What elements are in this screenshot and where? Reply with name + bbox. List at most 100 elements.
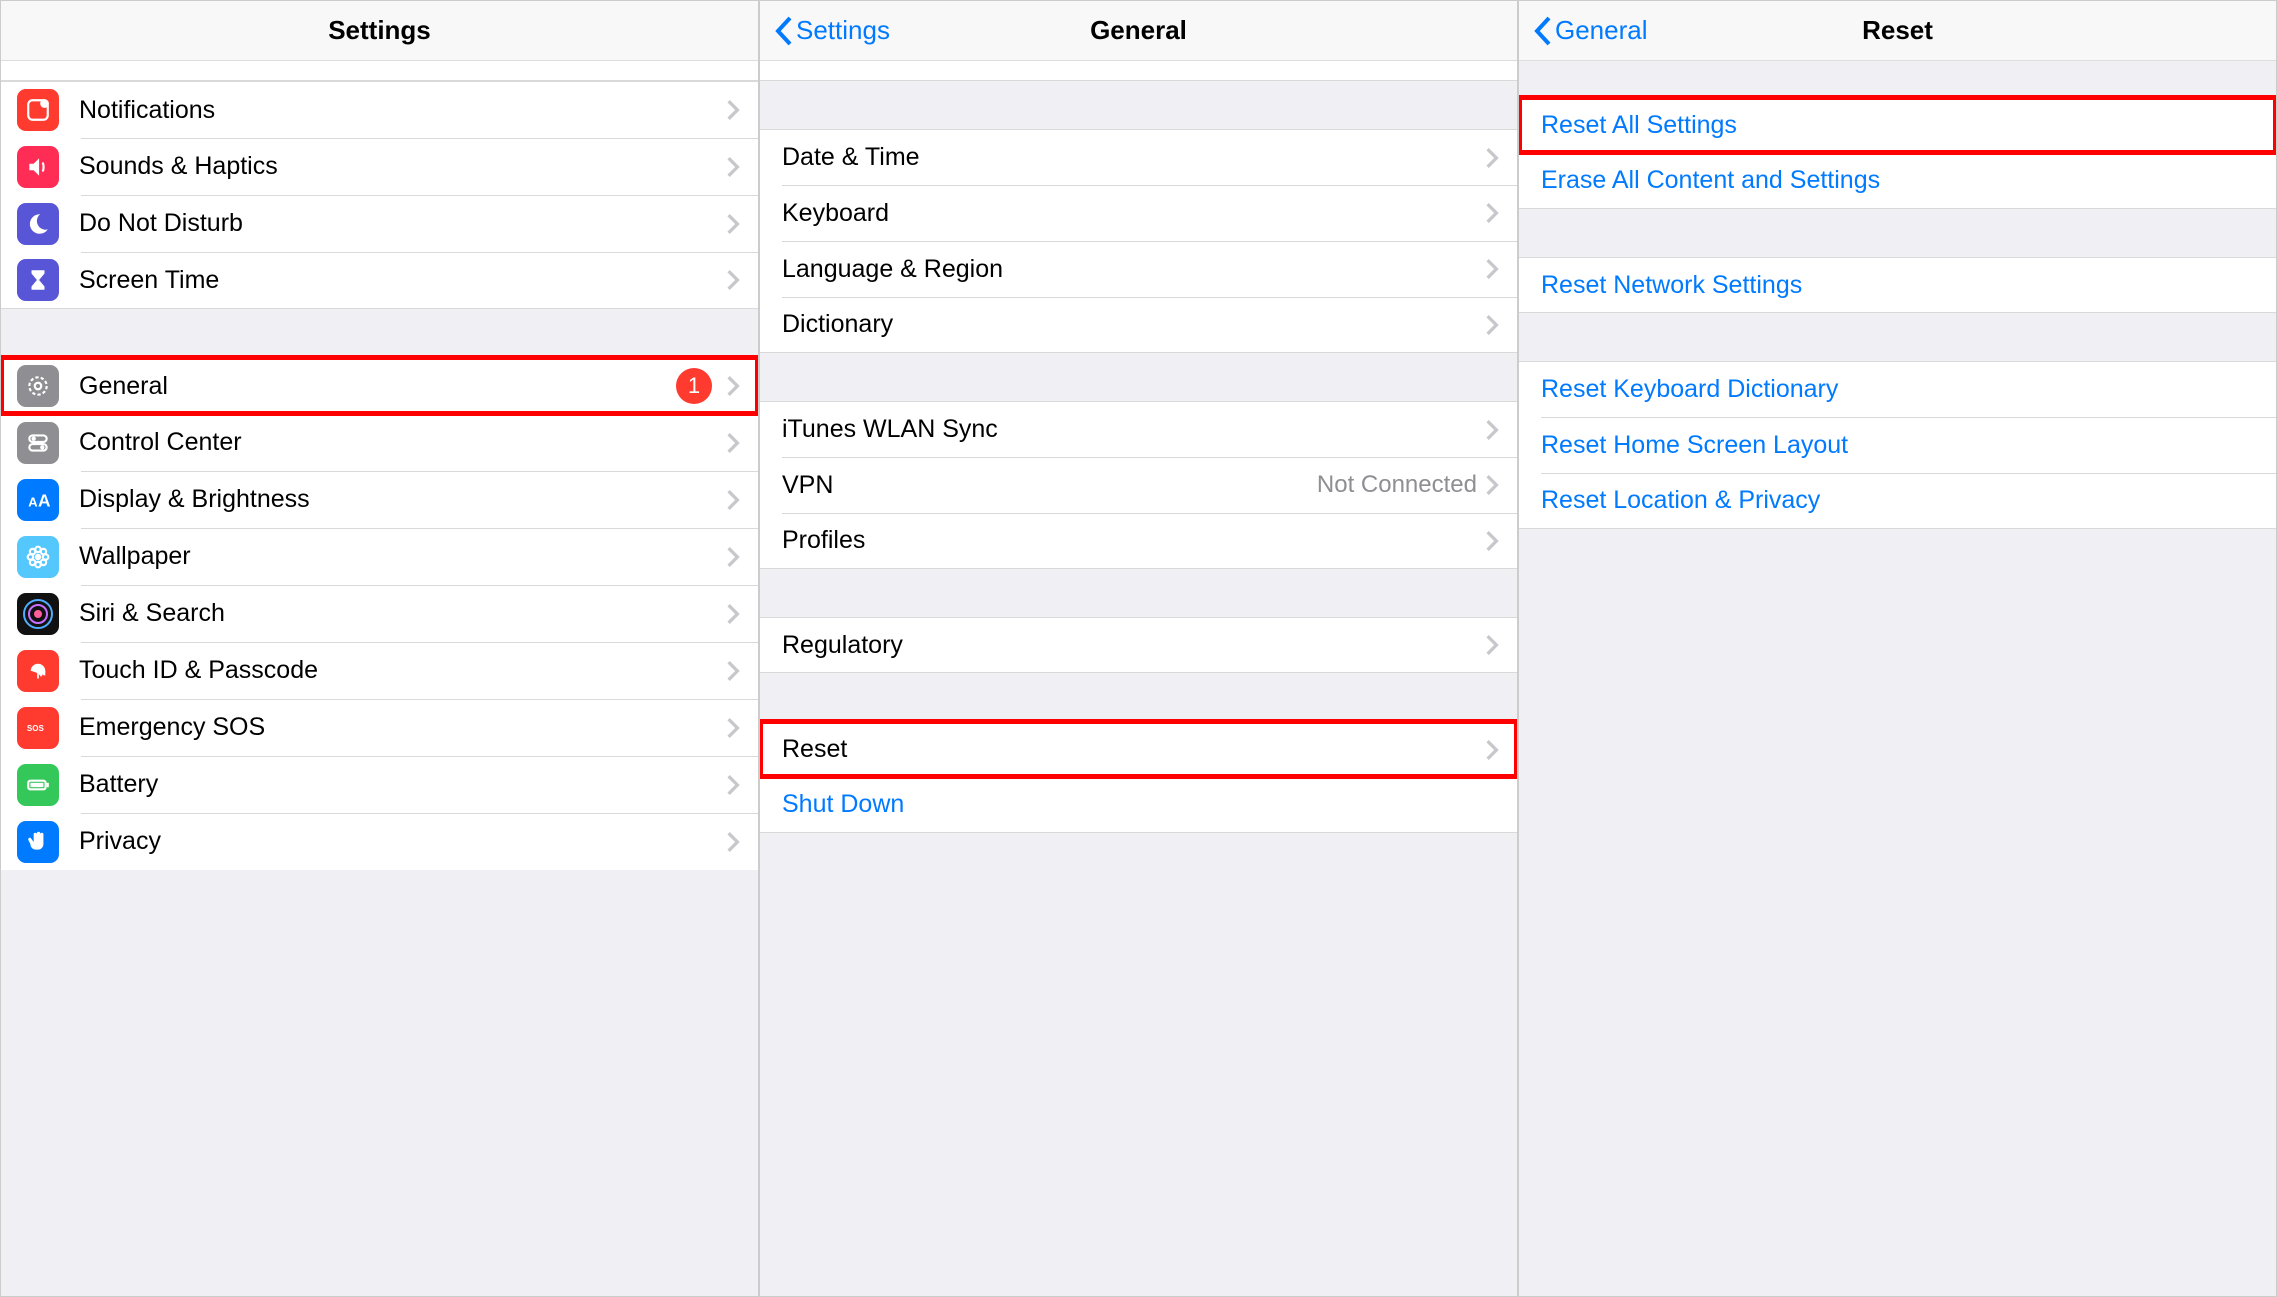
text-size-icon: AA (17, 479, 59, 521)
row-reset-keyboard-dict[interactable]: Reset Keyboard Dictionary (1519, 361, 2276, 417)
row-reset-home[interactable]: Reset Home Screen Layout (1519, 417, 2276, 473)
row-label: Touch ID & Passcode (79, 656, 726, 685)
row-label: Siri & Search (79, 599, 726, 628)
notifications-icon (17, 89, 59, 131)
moon-icon (17, 203, 59, 245)
chevron-right-icon (726, 375, 740, 397)
general-list: Date & Time Keyboard Language & Region D… (760, 61, 1517, 1296)
row-label: iTunes WLAN Sync (782, 415, 1485, 444)
back-button[interactable]: General (1531, 14, 1648, 48)
row-dictionary[interactable]: Dictionary (760, 297, 1517, 353)
chevron-right-icon (726, 546, 740, 568)
row-label: Notifications (79, 96, 726, 125)
row-label: Wallpaper (79, 542, 726, 571)
chevron-right-icon (726, 269, 740, 291)
row-label: Do Not Disturb (79, 209, 726, 238)
row-language[interactable]: Language & Region (760, 241, 1517, 297)
hand-icon (17, 821, 59, 863)
svg-text:A: A (28, 494, 38, 509)
row-label: Regulatory (782, 631, 1485, 660)
navbar-settings: Settings (1, 1, 758, 61)
row-detail: Not Connected (1317, 471, 1477, 499)
row-siri[interactable]: Siri & Search (1, 585, 758, 642)
chevron-right-icon (726, 156, 740, 178)
row-itunessync[interactable]: iTunes WLAN Sync (760, 401, 1517, 457)
navbar-general: Settings General (760, 1, 1517, 61)
row-display[interactable]: AA Display & Brightness (1, 471, 758, 528)
row-battery[interactable]: Battery (1, 756, 758, 813)
sos-icon: SOS (17, 707, 59, 749)
row-label: Control Center (79, 428, 726, 457)
chevron-right-icon (1485, 634, 1499, 656)
chevron-right-icon (1485, 419, 1499, 441)
chevron-right-icon (726, 831, 740, 853)
row-label: Reset Location & Privacy (1541, 486, 2258, 515)
row-label: Reset Home Screen Layout (1541, 431, 2258, 460)
row-sounds[interactable]: Sounds & Haptics (1, 138, 758, 195)
row-shutdown[interactable]: Shut Down (760, 777, 1517, 833)
row-reset-network[interactable]: Reset Network Settings (1519, 257, 2276, 313)
row-vpn[interactable]: VPN Not Connected (760, 457, 1517, 513)
row-label: Shut Down (782, 790, 1499, 819)
battery-icon (17, 764, 59, 806)
row-label: Language & Region (782, 255, 1485, 284)
general-panel: Settings General Date & Time Keyboard La… (759, 0, 1518, 1297)
partial-row-top (1, 61, 758, 81)
reset-list: Reset All Settings Erase All Content and… (1519, 61, 2276, 1296)
row-touchid[interactable]: Touch ID & Passcode (1, 642, 758, 699)
page-title: Settings (1, 15, 758, 46)
chevron-right-icon (726, 717, 740, 739)
chevron-right-icon (1485, 530, 1499, 552)
chevron-right-icon (726, 432, 740, 454)
gear-icon (17, 365, 59, 407)
row-reset-all-settings[interactable]: Reset All Settings (1519, 97, 2276, 153)
chevron-right-icon (726, 99, 740, 121)
row-label: Screen Time (79, 266, 726, 295)
chevron-right-icon (726, 660, 740, 682)
row-wallpaper[interactable]: Wallpaper (1, 528, 758, 585)
svg-text:SOS: SOS (27, 724, 45, 733)
row-privacy[interactable]: Privacy (1, 813, 758, 870)
row-regulatory[interactable]: Regulatory (760, 617, 1517, 673)
row-label: VPN (782, 471, 1317, 500)
chevron-right-icon (1485, 474, 1499, 496)
notification-badge: 1 (676, 368, 712, 404)
back-label: Settings (796, 15, 890, 46)
row-datetime[interactable]: Date & Time (760, 129, 1517, 185)
row-screentime[interactable]: Screen Time (1, 252, 758, 309)
row-controlcenter[interactable]: Control Center (1, 414, 758, 471)
row-label: Emergency SOS (79, 713, 726, 742)
row-dnd[interactable]: Do Not Disturb (1, 195, 758, 252)
settings-panel: Settings Notifications Sounds & Haptics … (0, 0, 759, 1297)
row-label: Display & Brightness (79, 485, 726, 514)
row-label: Dictionary (782, 310, 1485, 339)
settings-list: Notifications Sounds & Haptics Do Not Di… (1, 61, 758, 1296)
row-reset-location[interactable]: Reset Location & Privacy (1519, 473, 2276, 529)
row-label: Keyboard (782, 199, 1485, 228)
row-label: Date & Time (782, 143, 1485, 172)
row-notifications[interactable]: Notifications (1, 81, 758, 138)
row-label: General (79, 372, 676, 401)
row-reset[interactable]: Reset (760, 721, 1517, 777)
chevron-right-icon (726, 603, 740, 625)
row-label: Profiles (782, 526, 1485, 555)
hourglass-icon (17, 259, 59, 301)
row-label: Reset Keyboard Dictionary (1541, 375, 2258, 404)
row-label: Sounds & Haptics (79, 152, 726, 181)
row-general[interactable]: General 1 (1, 357, 758, 414)
chevron-right-icon (1485, 147, 1499, 169)
chevron-right-icon (726, 213, 740, 235)
chevron-right-icon (726, 774, 740, 796)
fingerprint-icon (17, 650, 59, 692)
row-sos[interactable]: SOS Emergency SOS (1, 699, 758, 756)
row-keyboard[interactable]: Keyboard (760, 185, 1517, 241)
chevron-right-icon (1485, 202, 1499, 224)
back-button[interactable]: Settings (772, 14, 890, 48)
row-erase-all[interactable]: Erase All Content and Settings (1519, 153, 2276, 209)
row-label: Battery (79, 770, 726, 799)
row-label: Reset All Settings (1541, 111, 2258, 140)
row-label: Reset (782, 735, 1485, 764)
svg-text:A: A (38, 490, 51, 510)
toggles-icon (17, 422, 59, 464)
row-profiles[interactable]: Profiles (760, 513, 1517, 569)
